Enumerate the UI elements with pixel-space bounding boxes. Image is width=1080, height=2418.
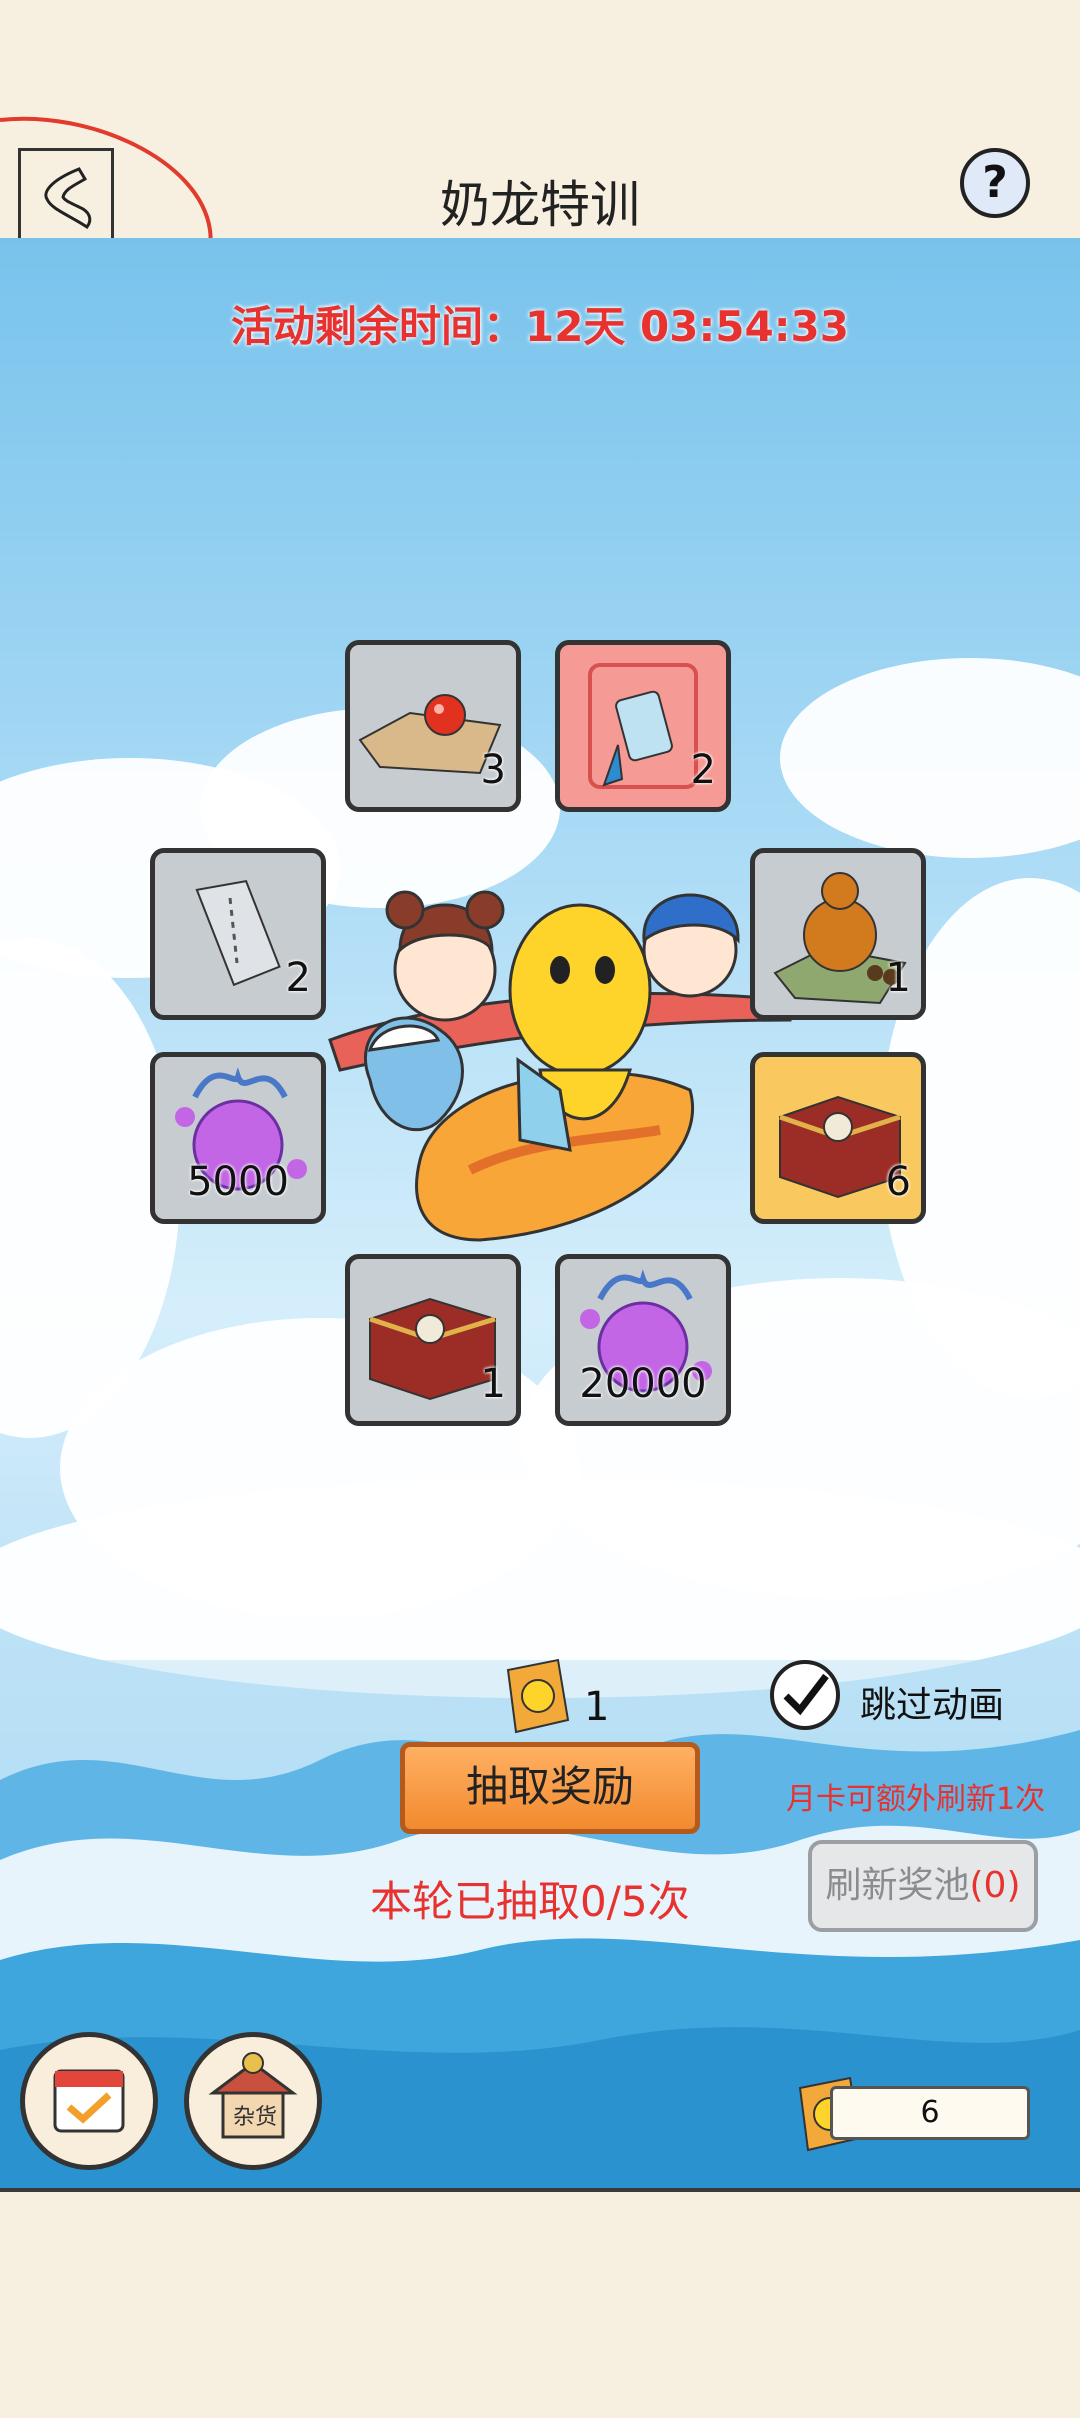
- reward-count: 1: [885, 955, 911, 1001]
- checkmark-icon: [783, 1673, 829, 1716]
- reward-slot-red-orb: 3: [345, 640, 521, 812]
- skip-animation-checkbox[interactable]: [770, 1660, 840, 1730]
- draw-reward-button[interactable]: 抽取奖励: [400, 1742, 700, 1834]
- shop-button[interactable]: 杂货: [184, 2032, 322, 2170]
- reward-count: 2: [285, 955, 311, 1001]
- reward-slot-silver-ticket: 2: [150, 848, 326, 1020]
- draw-ticket-icon: [506, 1658, 570, 1734]
- help-icon: ?: [982, 157, 1008, 208]
- monthly-card-note: 月卡可额外刷新1次: [786, 1782, 1046, 1817]
- reward-count: 6: [885, 1159, 911, 1205]
- reward-count: 5000: [187, 1159, 289, 1205]
- draw-progress-text: 本轮已抽取0/5次: [370, 1877, 690, 1926]
- reward-slot-blue-charm: 2: [555, 640, 731, 812]
- reward-slot-gold-chest: 6: [750, 1052, 926, 1224]
- calendar-icon: [53, 2069, 125, 2133]
- refresh-pool-button[interactable]: 刷新奖池(0): [808, 1840, 1038, 1932]
- refresh-label: 刷新奖池: [825, 1865, 970, 1906]
- calendar-button[interactable]: [20, 2032, 158, 2170]
- skip-animation-label: 跳过动画: [860, 1685, 1005, 1726]
- ticket-count: 1: [584, 1684, 610, 1730]
- help-button[interactable]: ?: [960, 148, 1030, 218]
- refresh-count: (0): [969, 1865, 1021, 1906]
- reward-slot-chest: 1: [345, 1254, 521, 1426]
- ticket-balance: 6: [830, 2086, 1030, 2140]
- reward-slot-gourd: 1: [750, 848, 926, 1020]
- reward-count: 20000: [579, 1361, 707, 1407]
- reward-count: 1: [480, 1361, 506, 1407]
- event-timer: 活动剩余时间：12天 03:54:33: [230, 302, 849, 351]
- bottom-blank-area: [0, 2188, 1080, 2418]
- reward-slot-potential-orb: 5000: [150, 1052, 326, 1224]
- reward-count: 3: [480, 747, 506, 793]
- reward-slot-potential-orb-large: 20000: [555, 1254, 731, 1426]
- dragon-surfer-illustration: [328, 890, 792, 1242]
- reward-count: 2: [690, 747, 716, 793]
- shop-label: 杂货: [233, 2105, 278, 2130]
